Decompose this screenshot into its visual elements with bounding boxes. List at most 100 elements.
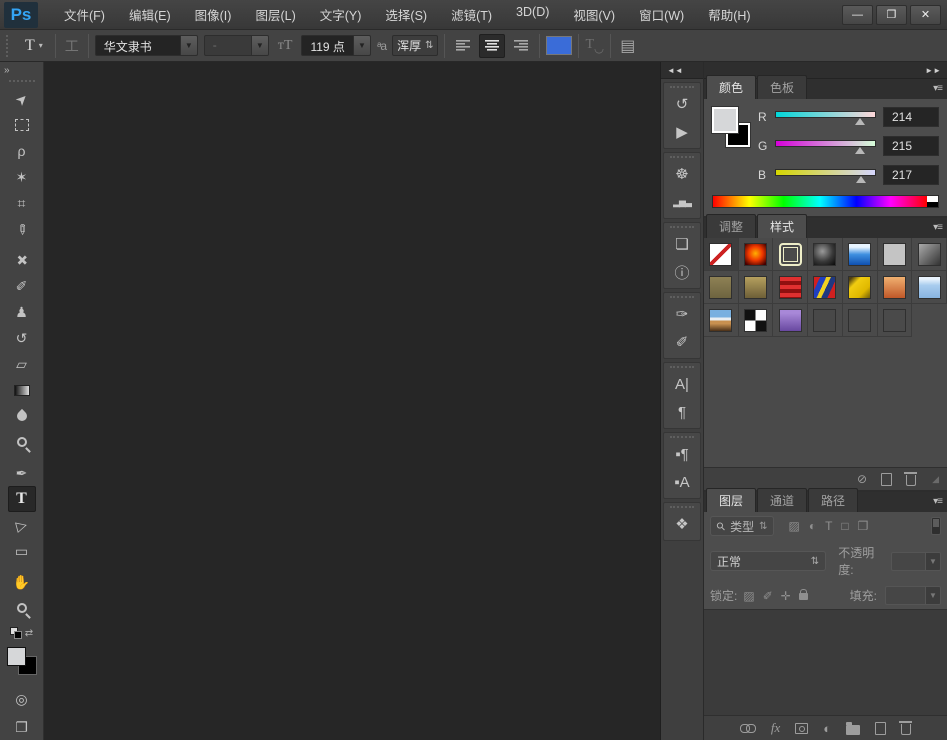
empty-outline-1-swatch[interactable] bbox=[848, 309, 871, 332]
eyedropper-tool[interactable]: ✏ bbox=[8, 216, 36, 242]
menu-item-窗口(W)[interactable]: 窗口(W) bbox=[627, 0, 696, 29]
new-layer-button[interactable] bbox=[875, 722, 886, 735]
menu-item-滤镜(T)[interactable]: 滤镜(T) bbox=[439, 0, 504, 29]
lasso-tool[interactable]: ρ bbox=[8, 138, 36, 164]
menu-item-文件(F)[interactable]: 文件(F) bbox=[52, 0, 117, 29]
brush-settings-panel-icon[interactable]: ✐ bbox=[666, 328, 698, 356]
toolbar-grip[interactable] bbox=[9, 80, 35, 82]
menu-item-3D(D)[interactable]: 3D(D) bbox=[504, 0, 561, 29]
move-tool[interactable]: ➤ bbox=[8, 86, 36, 112]
character-styles-panel-icon[interactable]: ▪A bbox=[666, 468, 698, 496]
minimize-button[interactable]: — bbox=[842, 5, 873, 25]
swap-colors-icon[interactable]: ⇄ bbox=[25, 628, 33, 639]
black-chip[interactable] bbox=[927, 202, 938, 208]
menu-item-图像(I)[interactable]: 图像(I) bbox=[183, 0, 244, 29]
red-glow-swatch[interactable] bbox=[744, 243, 767, 266]
camo-pattern-swatch[interactable] bbox=[813, 276, 836, 299]
filter-adjustment-layers-button[interactable]: ◐ bbox=[809, 519, 816, 533]
character-panel-icon[interactable]: A| bbox=[666, 370, 698, 398]
default-colors-icon[interactable] bbox=[10, 627, 22, 639]
link-layers-button[interactable] bbox=[740, 723, 756, 733]
filter-type-layers-button[interactable]: T bbox=[825, 519, 832, 533]
brush-tool[interactable]: ✐ bbox=[8, 273, 36, 299]
pen-tool[interactable]: ✒ bbox=[8, 460, 36, 486]
magic-wand-tool[interactable]: ✶ bbox=[8, 164, 36, 190]
foreground-color-swatch[interactable] bbox=[7, 647, 26, 666]
color-tab-色板[interactable]: 色板 bbox=[757, 75, 807, 99]
paragraph-panel-icon[interactable]: ¶ bbox=[666, 398, 698, 426]
blend-mode-select[interactable]: 正常 ⇅ bbox=[710, 551, 826, 571]
align-left-button[interactable] bbox=[451, 34, 477, 58]
dock-group-grip[interactable] bbox=[670, 296, 694, 298]
lock-paint-button[interactable]: ✐ bbox=[763, 589, 773, 603]
resize-grip-icon[interactable]: ◢ bbox=[932, 474, 939, 485]
collapse-panels-icon[interactable]: ►► bbox=[925, 66, 941, 75]
dodge-tool[interactable] bbox=[8, 429, 36, 455]
chevron-down-icon[interactable]: ▼ bbox=[180, 36, 197, 55]
menu-item-文字(Y)[interactable]: 文字(Y) bbox=[308, 0, 374, 29]
channel-slider-G[interactable] bbox=[775, 138, 876, 154]
clone-stamp-tool[interactable]: ♟ bbox=[8, 299, 36, 325]
crop-tool[interactable]: ⌗ bbox=[8, 190, 36, 216]
dock-group-grip[interactable] bbox=[670, 86, 694, 88]
healing-brush-tool[interactable]: ✚ bbox=[8, 247, 36, 273]
eraser-tool[interactable]: ▱ bbox=[8, 351, 36, 377]
dock-group-grip[interactable] bbox=[670, 436, 694, 438]
menu-item-编辑(E)[interactable]: 编辑(E) bbox=[117, 0, 183, 29]
slider-thumb[interactable] bbox=[855, 118, 865, 125]
subtle-dark-swatch[interactable] bbox=[813, 309, 836, 332]
gray-gradient-swatch[interactable] bbox=[918, 243, 941, 266]
blue-bevel-swatch[interactable] bbox=[918, 276, 941, 299]
expand-panels-icon[interactable]: ◄◄ bbox=[667, 66, 683, 75]
layer-filter-select[interactable]: ⚲ 类型 ⇅ bbox=[710, 516, 774, 536]
3d-panel-icon[interactable]: ❖ bbox=[666, 510, 698, 538]
dock-group-grip[interactable] bbox=[670, 366, 694, 368]
rounded-outline-swatch[interactable] bbox=[779, 243, 802, 266]
dock-group-grip[interactable] bbox=[670, 226, 694, 228]
styles-tab-样式[interactable]: 样式 bbox=[757, 214, 807, 238]
info-panel-icon[interactable]: ⓘ bbox=[666, 258, 698, 286]
color-spectrum-bar[interactable] bbox=[712, 195, 939, 208]
gradient-tool[interactable] bbox=[8, 377, 36, 403]
paragraph-styles-panel-icon[interactable]: ▪¶ bbox=[666, 440, 698, 468]
spectrum-gradient[interactable] bbox=[713, 196, 927, 207]
filter-pixel-layers-button[interactable]: ▨ bbox=[788, 519, 799, 533]
lock-all-button[interactable] bbox=[799, 589, 808, 603]
slider-thumb[interactable] bbox=[855, 147, 865, 154]
no-style-swatch[interactable] bbox=[709, 243, 732, 266]
zoom-tool[interactable] bbox=[8, 595, 36, 621]
menu-item-帮助(H)[interactable]: 帮助(H) bbox=[696, 0, 762, 29]
slider-thumb[interactable] bbox=[856, 176, 866, 183]
text-color-swatch[interactable] bbox=[546, 36, 572, 55]
font-family-select[interactable]: 华文隶书 ▼ bbox=[95, 35, 198, 56]
histogram-panel-icon[interactable]: ▂▅▃ bbox=[666, 188, 698, 216]
text-orientation-icon[interactable]: 工 bbox=[62, 36, 82, 56]
shape-tool[interactable]: ▭ bbox=[8, 538, 36, 564]
align-center-button[interactable] bbox=[479, 34, 505, 58]
maximize-button[interactable]: ❐ bbox=[876, 5, 907, 25]
channel-value-G[interactable]: 215 bbox=[883, 136, 939, 156]
font-size-select[interactable]: 119 点 ▼ bbox=[301, 35, 370, 56]
foreground-color-swatch[interactable] bbox=[712, 107, 738, 133]
char-paragraph-panels-icon[interactable]: ▤ bbox=[617, 36, 638, 56]
hand-tool[interactable]: ✋ bbox=[8, 569, 36, 595]
gold-bevel-swatch[interactable] bbox=[848, 276, 871, 299]
dark-sphere-swatch[interactable] bbox=[813, 243, 836, 266]
landscape-swatch[interactable] bbox=[709, 309, 732, 332]
actions-panel-icon[interactable]: ▶ bbox=[666, 118, 698, 146]
spinner-icon[interactable]: ⇅ bbox=[425, 40, 433, 51]
noise-pattern-swatch[interactable] bbox=[744, 309, 767, 332]
type-tool[interactable]: T bbox=[8, 486, 36, 512]
channel-value-R[interactable]: 214 bbox=[883, 107, 939, 127]
flat-gray-swatch[interactable] bbox=[883, 243, 906, 266]
filter-toggle-switch[interactable] bbox=[931, 517, 941, 535]
channel-slider-R[interactable] bbox=[775, 109, 876, 125]
new-adjustment-layer-button[interactable]: ◐ bbox=[823, 721, 831, 736]
brush-presets-panel-icon[interactable]: ✑ bbox=[666, 300, 698, 328]
delete-layer-button[interactable] bbox=[901, 721, 911, 735]
layer-comps-panel-icon[interactable]: ❏ bbox=[666, 230, 698, 258]
menu-item-选择(S)[interactable]: 选择(S) bbox=[373, 0, 439, 29]
layer-effects-button[interactable]: fx bbox=[771, 720, 780, 736]
clear-style-button[interactable]: ⊘ bbox=[857, 472, 867, 486]
dock-group-grip[interactable] bbox=[670, 156, 694, 158]
